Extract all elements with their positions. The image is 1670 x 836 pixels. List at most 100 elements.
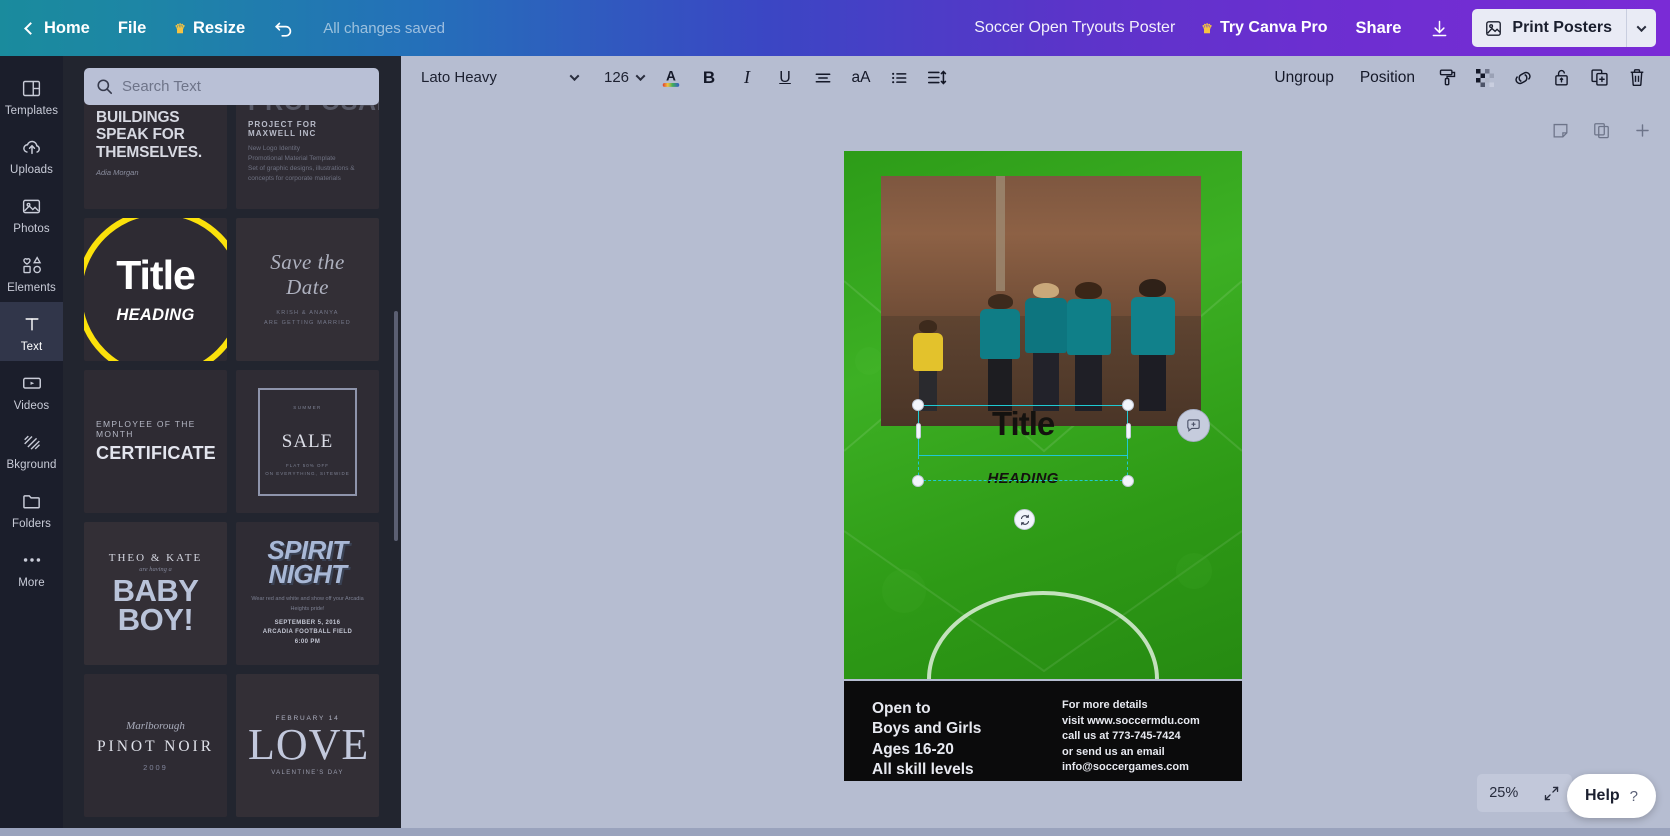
try-pro-label: Try Canva Pro: [1219, 19, 1328, 36]
trash-icon: [1630, 69, 1644, 86]
resize-handle-tr[interactable]: [1122, 399, 1134, 411]
file-menu-button[interactable]: File: [104, 11, 160, 46]
template-proposal-body: New Logo Identity Promotional Material T…: [248, 144, 355, 182]
font-size-value: 126: [604, 69, 630, 86]
duplicate-button[interactable]: [1580, 62, 1618, 94]
print-posters-main[interactable]: Print Posters: [1472, 9, 1627, 47]
bold-button[interactable]: B: [690, 62, 728, 94]
home-button[interactable]: Home: [12, 11, 104, 46]
font-size-select[interactable]: 126: [596, 63, 652, 93]
template-card-title-heading[interactable]: Title HEADING: [84, 218, 227, 361]
resize-handle-bl[interactable]: [912, 475, 924, 487]
sidebar-item-folders[interactable]: Folders: [0, 479, 63, 538]
poster-photo[interactable]: [881, 176, 1201, 426]
transparency-button[interactable]: [1466, 62, 1504, 94]
poster-info-box[interactable]: Open to Boys and Girls Ages 16-20 All sk…: [844, 681, 1242, 781]
template-title-main: Title: [116, 251, 196, 298]
resize-handle-tl[interactable]: [912, 399, 924, 411]
line-spacing-icon: [928, 70, 947, 85]
chevron-down-icon-font: [569, 71, 580, 82]
template-card-buildings[interactable]: Architecture quotes BUILDINGS SPEAK FOR …: [84, 98, 227, 209]
image-icon: [1486, 20, 1502, 36]
lock-icon: [1554, 69, 1568, 86]
share-button[interactable]: Share: [1342, 11, 1416, 46]
share-label: Share: [1355, 18, 1402, 37]
font-color-button[interactable]: A: [652, 62, 690, 94]
ungroup-button[interactable]: Ungroup: [1261, 62, 1346, 94]
template-savedate-sub: KRISH & ANANYA ARE GETTING MARRIED: [264, 310, 351, 326]
expand-icon[interactable]: [1543, 785, 1560, 802]
document-title[interactable]: Soccer Open Tryouts Poster: [962, 11, 1187, 45]
resize-handle-br[interactable]: [1122, 475, 1134, 487]
delete-button[interactable]: [1618, 62, 1656, 94]
sidebar-item-elements[interactable]: Elements: [0, 243, 63, 302]
template-card-certificate[interactable]: EMPLOYEE OF THE MONTH CERTIFICATE: [84, 370, 227, 513]
zoom-control[interactable]: 25%: [1477, 774, 1572, 812]
template-card-baby-boy[interactable]: THEO & KATE are having a BABY BOY!: [84, 522, 227, 665]
template-love-main: LOVE: [248, 719, 370, 769]
link-button[interactable]: [1504, 62, 1542, 94]
poster-info-right-text: For more details visit www.soccermdu.com…: [1062, 699, 1200, 774]
sidebar-item-videos[interactable]: Videos: [0, 361, 63, 420]
copy-page-icon[interactable]: [1592, 121, 1611, 145]
photo-player-4: [1130, 279, 1175, 411]
sidebar-item-photos[interactable]: Photos: [0, 184, 63, 243]
print-posters-button[interactable]: Print Posters: [1472, 9, 1656, 47]
sticky-note-icon[interactable]: [1551, 121, 1570, 145]
background-icon: [20, 430, 44, 454]
folder-icon: [20, 489, 44, 513]
save-status: All changes saved: [323, 19, 445, 37]
lock-button[interactable]: [1542, 62, 1580, 94]
template-card-proposal[interactable]: PROPOSAL PROJECT FOR MAXWELL INC New Log…: [236, 98, 379, 209]
duplicate-icon: [1590, 69, 1608, 86]
resize-button[interactable]: ♛ Resize: [160, 11, 259, 46]
sidebar-item-background[interactable]: Bkground: [0, 420, 63, 479]
underline-button[interactable]: U: [766, 62, 804, 94]
more-dots-icon: [20, 548, 44, 572]
sidebar-item-uploads[interactable]: Uploads: [0, 125, 63, 184]
font-family-select[interactable]: Lato Heavy: [411, 63, 586, 93]
template-spirit-main: SPIRIT NIGHT: [267, 535, 348, 590]
zoom-level-value: 25%: [1489, 785, 1519, 801]
position-button[interactable]: Position: [1347, 62, 1428, 94]
template-card-spirit-night[interactable]: SPIRIT NIGHT Wear red and white and show…: [236, 522, 379, 665]
comment-button[interactable]: [1177, 409, 1210, 442]
sidebar-item-text[interactable]: Text: [0, 302, 63, 361]
line-spacing-button[interactable]: [918, 62, 956, 94]
undo-button[interactable]: [259, 9, 309, 47]
italic-button[interactable]: I: [728, 62, 766, 94]
panel-scrollbar[interactable]: [394, 311, 398, 541]
help-button[interactable]: Help ?: [1566, 774, 1656, 818]
text-case-button[interactable]: aA: [842, 62, 880, 94]
resize-handle-left[interactable]: [915, 423, 921, 439]
text-align-icon: [815, 73, 831, 82]
try-canva-pro-button[interactable]: ♛ Try Canva Pro: [1187, 11, 1341, 45]
sidebar-item-templates[interactable]: Templates: [0, 66, 63, 125]
rotate-handle-icon[interactable]: [1014, 509, 1035, 530]
paint-roller-icon: [1439, 69, 1455, 86]
sidebar-item-more[interactable]: More: [0, 538, 63, 597]
chevron-left-icon: [24, 21, 37, 35]
plus-icon[interactable]: [1633, 121, 1652, 145]
template-savedate-main: Save the Date: [270, 250, 345, 300]
template-sale-main: SALE: [281, 430, 334, 452]
text-case-label: aA: [851, 68, 871, 86]
download-button[interactable]: [1415, 10, 1464, 47]
text-align-button[interactable]: [804, 62, 842, 94]
template-card-sale[interactable]: SUMMER SALE FLAT 50% OFF ON EVERYTHING, …: [236, 370, 379, 513]
search-input[interactable]: [84, 68, 379, 105]
resize-handle-right[interactable]: [1125, 423, 1131, 439]
templates-grid: Architecture quotes BUILDINGS SPEAK FOR …: [84, 98, 393, 817]
help-label: Help: [1584, 787, 1620, 804]
sidebar-label-elements: Elements: [7, 282, 56, 294]
underline-label: U: [779, 68, 791, 86]
template-card-pinot-noir[interactable]: Marlborough PINOT NOIR 2009: [84, 674, 227, 817]
template-buildings-main: BUILDINGS SPEAK FOR THEMSELVES.: [96, 108, 203, 161]
template-card-love[interactable]: FEBRUARY 14 LOVE VALENTINE'S DAY: [236, 674, 379, 817]
template-certificate-main: CERTIFICATE: [96, 443, 216, 463]
page-tools: [1551, 121, 1652, 145]
print-options-caret[interactable]: [1627, 9, 1656, 47]
bullet-list-button[interactable]: [880, 62, 918, 94]
template-card-save-the-date[interactable]: Save the Date KRISH & ANANYA ARE GETTING…: [236, 218, 379, 361]
copy-style-button[interactable]: [1428, 62, 1466, 94]
